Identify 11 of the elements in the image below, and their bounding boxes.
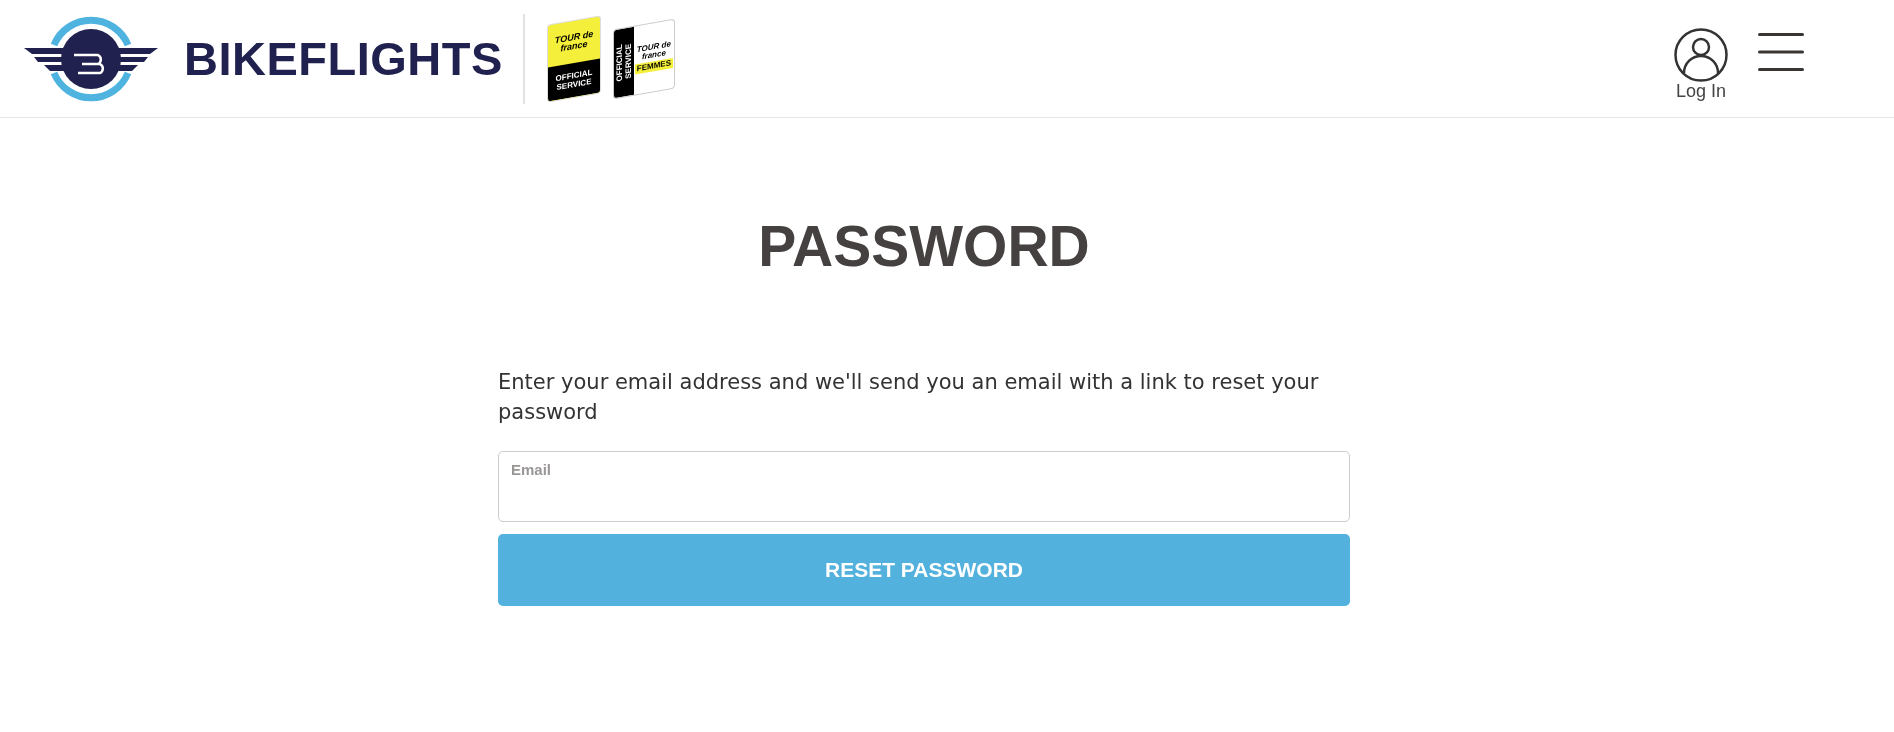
page-title: PASSWORD: [758, 218, 1090, 275]
badge-wordmark: TOUR de france: [553, 28, 594, 55]
badge-caption: OFFICIAL SERVICE: [554, 66, 594, 93]
menu-button[interactable]: [1758, 31, 1804, 72]
winged-wheel-logo-icon: [24, 14, 158, 103]
instructions-text: Enter your email address and we'll send you an email with a link to reset your password: [498, 369, 1320, 426]
login-button[interactable]: Log In: [1674, 17, 1728, 100]
brand-wordmark[interactable]: BIKEFLIGHTS: [184, 35, 503, 82]
menu-icon: [1758, 31, 1804, 72]
user-icon: [1674, 27, 1728, 82]
badge-side-caption: OFFICIAL SERVICE: [614, 42, 633, 85]
